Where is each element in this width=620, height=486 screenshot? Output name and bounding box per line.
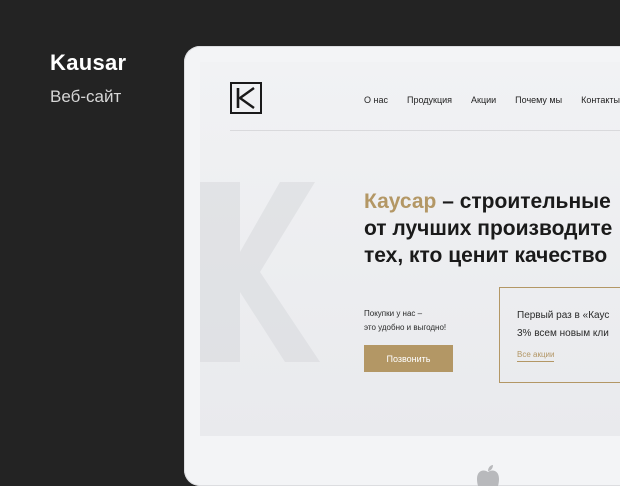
brand-title: Kausar xyxy=(50,50,127,75)
headline-line1: – строительные xyxy=(436,190,611,213)
nav-item-why-us[interactable]: Почему мы xyxy=(515,95,562,105)
headline-accent: Каусар xyxy=(364,190,437,213)
promo-line1: Покупки у нас – xyxy=(364,309,423,318)
apple-logo-icon xyxy=(477,465,499,486)
offer-line2: 3% всем новым кли xyxy=(517,328,609,339)
call-button[interactable]: Позвонить xyxy=(364,345,453,372)
website-screen: О нас Продукция Акции Почему мы Контакты… xyxy=(200,62,620,436)
promo-line2: это удобно и выгодно! xyxy=(364,323,447,332)
headline-line3: тех, кто ценит качество xyxy=(364,244,608,267)
offer-line1: Первый раз в «Каус xyxy=(517,310,610,321)
nav-item-contacts[interactable]: Контакты xyxy=(581,95,620,105)
k-logo-icon xyxy=(236,87,255,109)
promo-text: Покупки у нас – это удобно и выгодно! xyxy=(364,307,446,335)
nav-item-about[interactable]: О нас xyxy=(364,95,388,105)
header-divider xyxy=(230,130,620,131)
site-logo[interactable] xyxy=(230,82,262,114)
nav-item-promotions[interactable]: Акции xyxy=(471,95,496,105)
offer-card: Первый раз в «Каус 3% всем новым кли Все… xyxy=(499,287,620,383)
offer-text: Первый раз в «Каус 3% всем новым кли xyxy=(517,307,609,343)
headline-line2: от лучших производите xyxy=(364,217,613,240)
hero-headline: Каусар – строительные от лучших производ… xyxy=(364,188,612,269)
all-promotions-link[interactable]: Все акции xyxy=(517,350,555,362)
nav-item-products[interactable]: Продукция xyxy=(407,95,452,105)
main-nav: О нас Продукция Акции Почему мы Контакты xyxy=(364,95,620,105)
device-frame: О нас Продукция Акции Почему мы Контакты… xyxy=(184,46,620,486)
brand-subtitle: Веб-сайт xyxy=(50,87,122,106)
